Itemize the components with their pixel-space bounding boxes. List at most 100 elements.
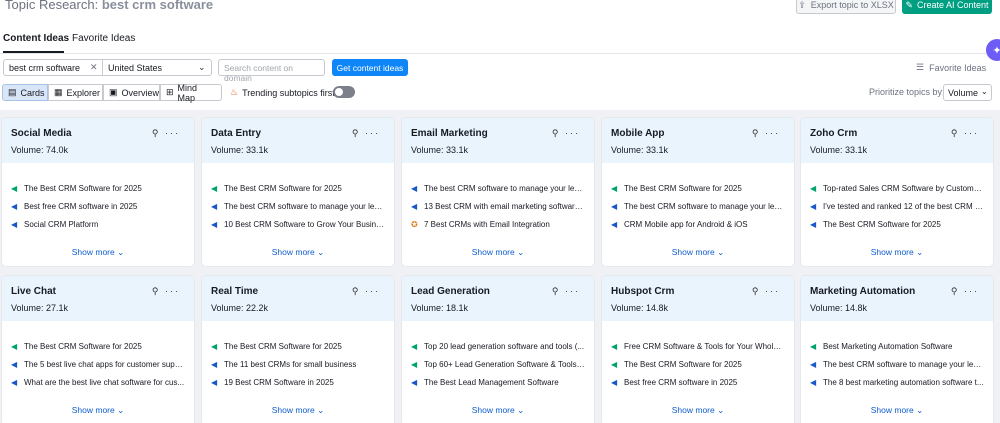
content-idea[interactable]: ◀ The Best CRM Software for 2025: [211, 179, 385, 197]
megaphone-icon: ◀: [11, 201, 18, 211]
content-idea[interactable]: ◀ The Best CRM Software for 2025: [611, 179, 785, 197]
chevron-down-icon: ⌄: [198, 62, 206, 72]
megaphone-icon: ◀: [411, 201, 418, 211]
topic-card[interactable]: Data Entry Volume: 33.1k ⚲ ··· ◀ The Best CR…: [202, 118, 394, 266]
view-explorer-button[interactable]: ▦ Explorer: [48, 84, 103, 101]
content-idea[interactable]: ◀ Best Marketing Automation Software: [810, 337, 984, 355]
page-header: Topic Research: best crm software ⇪ Expo…: [0, 0, 1000, 16]
megaphone-icon: ◀: [211, 377, 218, 387]
content-idea[interactable]: ◀ The 11 best CRMs for small business: [211, 355, 385, 373]
topic-card[interactable]: Live Chat Volume: 27.1k ⚲ ··· ◀ The Best CRM…: [2, 276, 194, 423]
content-idea[interactable]: ◀ The Best CRM Software for 2025: [211, 337, 385, 355]
topic-volume: Volume: 33.1k: [211, 145, 269, 155]
content-idea-title: The best CRM software to manage your lea…: [424, 183, 585, 193]
content-idea[interactable]: ◀ Top-rated Sales CRM Software by Custome…: [810, 179, 984, 197]
show-more-button[interactable]: Show more ⌄: [611, 405, 785, 416]
search-more-icon[interactable]: ⚲ ···: [552, 128, 580, 139]
show-more-button[interactable]: Show more ⌄: [11, 405, 185, 416]
keyword-input[interactable]: best crm software: [3, 59, 103, 76]
content-idea[interactable]: ◀ Free CRM Software & Tools for Your Whol…: [611, 337, 785, 355]
tab-content-ideas[interactable]: Content Ideas: [3, 33, 69, 44]
content-idea[interactable]: ◀ Best free CRM software in 2025: [611, 373, 785, 391]
content-idea[interactable]: ◀ The Best CRM Software for 2025: [611, 355, 785, 373]
topic-volume: Volume: 33.1k: [611, 145, 669, 155]
tab-favorite-ideas[interactable]: Favorite Ideas: [72, 33, 135, 44]
content-idea[interactable]: ◀ The best CRM software to manage your le…: [211, 197, 385, 215]
content-idea[interactable]: ◀ The best CRM software to manage your le…: [611, 197, 785, 215]
topic-card[interactable]: Real Time Volume: 22.2k ⚲ ··· ◀ The Best CRM…: [202, 276, 394, 423]
show-more-button[interactable]: Show more ⌄: [810, 247, 984, 258]
topic-card[interactable]: Social Media Volume: 74.0k ⚲ ··· ◀ The Best …: [2, 118, 194, 266]
chevron-down-icon: ⌄: [916, 247, 924, 257]
chevron-down-icon: ⌄: [117, 247, 125, 257]
topic-card[interactable]: Email Marketing Volume: 33.1k ⚲ ··· ◀ The be…: [402, 118, 594, 266]
search-more-icon[interactable]: ⚲ ···: [152, 128, 180, 139]
content-idea[interactable]: ✪ 7 Best CRMs with Email Integration: [411, 215, 585, 233]
show-more-button[interactable]: Show more ⌄: [211, 405, 385, 416]
search-more-icon[interactable]: ⚲ ···: [552, 286, 580, 297]
content-idea-title: Free CRM Software & Tools for Your Whole…: [624, 341, 785, 351]
search-more-icon[interactable]: ⚲ ···: [352, 128, 380, 139]
topic-card[interactable]: Lead Generation Volume: 18.1k ⚲ ··· ◀ Top 20…: [402, 276, 594, 423]
favorite-ideas-link[interactable]: ☰ Favorite Ideas: [916, 62, 986, 73]
megaphone-icon: ◀: [611, 183, 618, 193]
content-idea-title: Top-rated Sales CRM Software by Customer…: [823, 183, 984, 193]
page-title: Topic Research: best crm software: [5, 0, 213, 12]
content-idea[interactable]: ◀ Top 20 lead generation software and too…: [411, 337, 585, 355]
trending-toggle[interactable]: [333, 86, 355, 98]
domain-search-input[interactable]: Search content on domain: [218, 59, 325, 83]
search-more-icon[interactable]: ⚲ ···: [951, 128, 979, 139]
search-more-icon[interactable]: ⚲ ···: [752, 286, 780, 297]
topic-card[interactable]: Hubspot Crm Volume: 14.8k ⚲ ··· ◀ Free CRM S…: [602, 276, 794, 423]
content-idea[interactable]: ◀ Best free CRM software in 2025: [11, 197, 185, 215]
content-idea-title: 19 Best CRM Software in 2025: [224, 377, 334, 387]
view-cards-button[interactable]: ▤ Cards: [2, 84, 48, 101]
show-more-button[interactable]: Show more ⌄: [11, 247, 185, 258]
megaphone-icon: ◀: [11, 219, 18, 229]
content-idea[interactable]: ◀ Top 60+ Lead Generation Software & Tool…: [411, 355, 585, 373]
content-idea[interactable]: ◀ The 8 best marketing automation softwar…: [810, 373, 984, 391]
ai-assistant-icon[interactable]: ✦: [986, 39, 1000, 61]
show-more-button[interactable]: Show more ⌄: [810, 405, 984, 416]
topic-volume: Volume: 27.1k: [11, 303, 69, 313]
search-more-icon[interactable]: ⚲ ···: [152, 286, 180, 297]
topic-volume: Volume: 14.8k: [810, 303, 868, 313]
content-idea-title: The best CRM software to manage your lea…: [224, 201, 385, 211]
content-idea[interactable]: ◀ 13 Best CRM with email marketing softwa…: [411, 197, 585, 215]
topic-card[interactable]: Mobile App Volume: 33.1k ⚲ ··· ◀ The Best CR…: [602, 118, 794, 266]
content-idea[interactable]: ◀ CRM Mobile app for Android & iOS: [611, 215, 785, 233]
content-idea[interactable]: ◀ I've tested and ranked 12 of the best C…: [810, 197, 984, 215]
view-mindmap-button[interactable]: ⊞ Mind Map: [160, 83, 222, 103]
country-select[interactable]: United States: [103, 59, 212, 76]
content-idea[interactable]: ◀ The Best Lead Management Software: [411, 373, 585, 391]
content-idea[interactable]: ◀ The best CRM software to manage your le…: [810, 355, 984, 373]
show-more-button[interactable]: Show more ⌄: [411, 247, 585, 258]
content-idea[interactable]: ◀ Social CRM Platform: [11, 215, 185, 233]
topic-card[interactable]: Marketing Automation Volume: 14.8k ⚲ ··· ◀ B…: [801, 276, 993, 423]
show-more-button[interactable]: Show more ⌄: [211, 247, 385, 258]
topic-card[interactable]: Zoho Crm Volume: 33.1k ⚲ ··· ◀ Top-rated Sal…: [801, 118, 993, 266]
content-idea[interactable]: ◀ 19 Best CRM Software in 2025: [211, 373, 385, 391]
upload-icon: ⇪: [798, 0, 806, 10]
content-idea[interactable]: ◀ The Best CRM Software for 2025: [11, 337, 185, 355]
show-more-button[interactable]: Show more ⌄: [611, 247, 785, 258]
export-xlsx-button[interactable]: ⇪ Export topic to XLSX: [796, 0, 896, 14]
content-idea[interactable]: ◀ The 5 best live chat apps for customer …: [11, 355, 185, 373]
clear-icon[interactable]: ✕: [90, 62, 98, 73]
create-ai-content-button[interactable]: ✎ Create AI Content: [902, 0, 992, 14]
content-idea[interactable]: ◀ The Best CRM Software for 2025: [11, 179, 185, 197]
search-more-icon[interactable]: ⚲ ···: [752, 128, 780, 139]
view-overview-button[interactable]: ▣ Overview: [103, 84, 160, 101]
content-idea[interactable]: ◀ What are the best live chat software fo…: [11, 373, 185, 391]
megaphone-icon: ◀: [11, 183, 18, 193]
content-idea[interactable]: ◀ 10 Best CRM Software to Grow Your Busin…: [211, 215, 385, 233]
search-more-icon[interactable]: ⚲ ···: [951, 286, 979, 297]
get-content-ideas-button[interactable]: Get content ideas: [332, 59, 408, 76]
tab-bar: Content Ideas Favorite Ideas: [0, 30, 1000, 54]
content-idea[interactable]: ◀ The Best CRM Software for 2025: [810, 215, 984, 233]
show-more-button[interactable]: Show more ⌄: [411, 405, 585, 416]
megaphone-icon: ◀: [810, 219, 817, 229]
content-idea[interactable]: ◀ The best CRM software to manage your le…: [411, 179, 585, 197]
megaphone-icon: ◀: [11, 377, 18, 387]
search-more-icon[interactable]: ⚲ ···: [352, 286, 380, 297]
